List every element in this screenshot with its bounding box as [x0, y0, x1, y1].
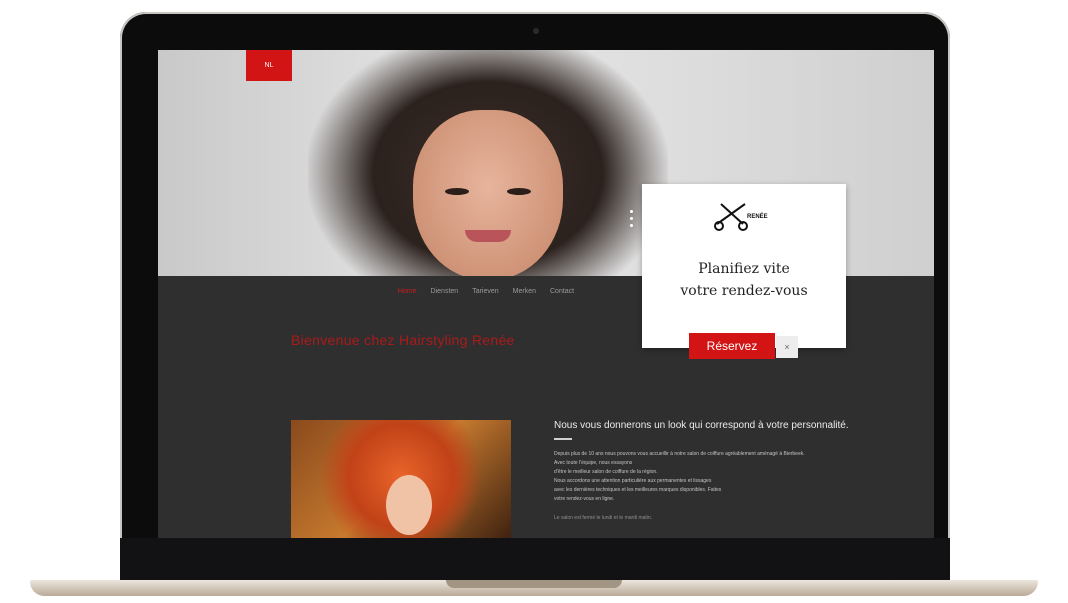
about-heading: Nous vous donnerons un look qui correspo…	[554, 420, 849, 431]
salon-logo: RENÉE	[713, 198, 777, 234]
photo-face	[386, 475, 432, 535]
hero-eye	[445, 188, 469, 195]
appointment-popup: RENÉE Planifiez vite votre rendez-vous	[642, 184, 846, 348]
about-paragraph: votre rendez-vous en ligne.	[554, 496, 615, 502]
nav-item-merken[interactable]: Merken	[513, 288, 536, 295]
laptop-notch	[446, 580, 622, 588]
camera	[533, 28, 539, 34]
about-text: Depuis plus de 10 ans nous pouvons vous …	[554, 450, 814, 523]
nav-item-tarieven[interactable]: Tarieven	[472, 288, 498, 295]
more-icon[interactable]	[630, 210, 634, 231]
hero-eye	[507, 188, 531, 195]
nav-item-contact[interactable]: Contact	[550, 288, 574, 295]
close-popup-button[interactable]: ×	[776, 336, 798, 358]
salon-photo	[291, 420, 511, 538]
hero-face	[413, 110, 563, 276]
nav-item-home[interactable]: Home	[398, 288, 417, 295]
hero-mouth	[465, 230, 511, 242]
about-paragraph: Depuis plus de 10 ans nous pouvons vous …	[554, 451, 805, 466]
reserve-button[interactable]: Réservez	[689, 333, 775, 359]
heading-underline	[554, 438, 572, 440]
popup-title-line: Planifiez vite	[698, 261, 790, 277]
nav-item-diensten[interactable]: Diensten	[431, 288, 459, 295]
popup-title-line: votre rendez-vous	[680, 283, 808, 299]
about-paragraph: d’être le meilleur salon de coiffure de …	[554, 469, 658, 475]
section-title: Bienvenue chez Hairstyling Renée	[291, 332, 515, 348]
about-paragraph: avec les dernières techniques et les mei…	[554, 487, 722, 493]
about-footer: Le salon est fermé le lundi et le mardi …	[554, 515, 653, 521]
about-paragraph: Nous accordons une attention particulièr…	[554, 478, 712, 484]
popup-title: Planifiez vite votre rendez-vous	[642, 258, 846, 302]
scissors-comb-icon	[714, 203, 748, 231]
language-badge[interactable]: NL	[246, 50, 292, 81]
salon-logo-text: RENÉE	[747, 214, 768, 220]
laptop-bezel-bottom	[120, 538, 950, 584]
